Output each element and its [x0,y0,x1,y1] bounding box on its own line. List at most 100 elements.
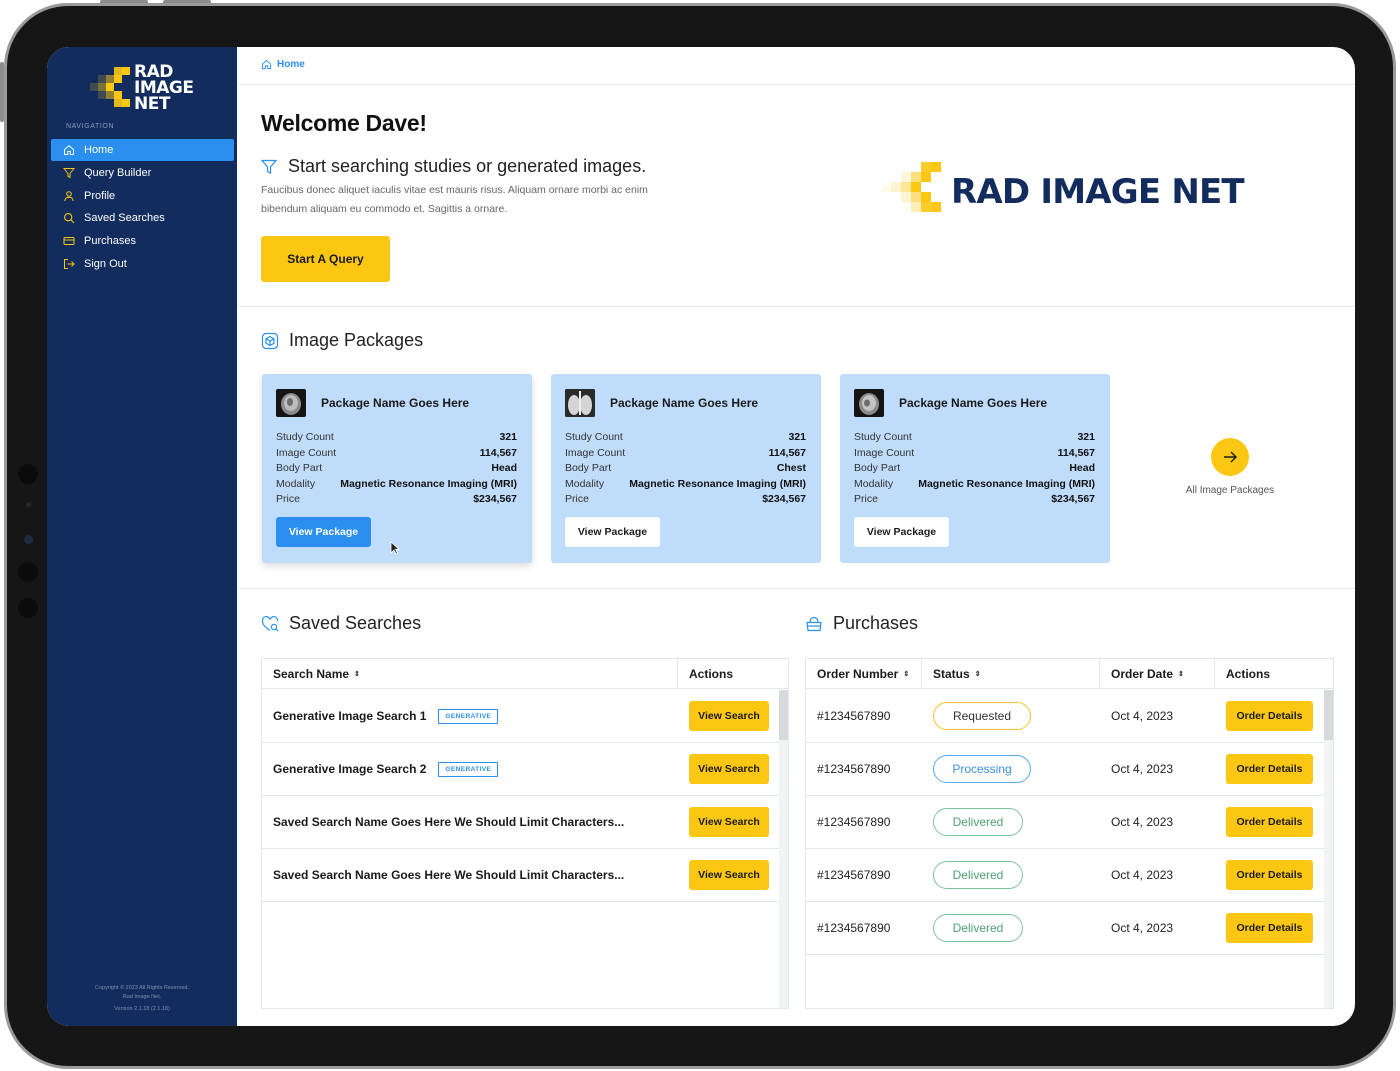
actions-cell: Order Details [1215,902,1324,955]
column-header-order-date[interactable]: Order Date ⇕ [1100,658,1215,689]
package-name: Package Name Goes Here [321,396,470,410]
view-package-button[interactable]: View Package [854,517,949,547]
home-icon [261,60,272,70]
detail-row: Price $234,567 [854,493,1095,505]
order-date-cell: Oct 4, 2023 [1111,709,1174,723]
sidebar-item-query-builder[interactable]: Query Builder [51,162,234,184]
package-thumbnail [565,389,595,417]
hero-subhead: Start searching studies or generated ima… [261,156,646,177]
detail-row: Price $234,567 [565,493,806,505]
table-row: #1234567890 Delivered Oct 4, 2023 Order … [806,796,1324,849]
page-title: Welcome Dave! [261,110,427,136]
status-badge: Processing [933,755,1031,783]
column-header-status[interactable]: Status ⇕ [922,658,1100,689]
detail-row: Price $234,567 [276,493,517,505]
sidebar-item-label: Saved Searches [84,212,165,225]
sidebar-item-label: Home [84,144,114,156]
breadcrumb-home[interactable]: Home [277,59,305,70]
breadcrumb[interactable]: Home [261,59,305,70]
column-header-actions: Actions [1226,666,1271,681]
purchases-heading: Purchases [805,613,918,634]
table-row: #1234567890 Delivered Oct 4, 2023 Order … [806,849,1324,902]
actions-cell: View Search [678,849,779,902]
order-number-cell: #1234567890 [817,762,891,776]
column-header-search-name[interactable]: Search Name ⇕ [262,658,678,689]
sort-icon[interactable]: ⇕ [1178,670,1184,678]
view-package-button[interactable]: View Package [276,517,371,547]
scrollbar[interactable] [779,690,788,1008]
order-details-button[interactable]: Order Details [1226,913,1313,943]
package-details: Study Count 321 Image Count 114,567 Body P… [565,430,806,508]
table-header: Search Name ⇕ Actions [262,658,788,689]
basket-icon [806,616,822,631]
table-row: Generative Image Search 1 GENERATIVE View… [262,690,779,743]
all-packages-label[interactable]: All Image Packages [1155,485,1305,496]
home-icon [64,145,74,155]
package-card: Package Name Goes Here Study Count 321 Im… [551,374,821,563]
scrollbar-thumb[interactable] [779,690,788,740]
order-number-cell: #1234567890 [817,709,891,723]
image-packages-title: Image Packages [289,330,424,350]
order-details-button[interactable]: Order Details [1226,754,1313,784]
sidebar-item-sign-out[interactable]: Sign Out [51,253,234,275]
sidebar-item-saved-searches[interactable]: Saved Searches [51,207,234,229]
divider [237,588,1355,589]
status-cell: Requested [922,690,1100,743]
search-name-cell: Saved Search Name Goes Here We Should Li… [273,815,625,829]
detail-row: Image Count 114,567 [854,446,1095,459]
view-search-button[interactable]: View Search [689,807,769,837]
table-header: Order Number ⇕ Status ⇕ Order Date ⇕ Action… [806,658,1333,689]
all-packages-button[interactable] [1211,438,1249,476]
nav-heading: NAVIGATION [66,123,115,130]
sort-icon[interactable]: ⇕ [975,670,981,678]
table-row: Generative Image Search 2 GENERATIVE View… [262,743,779,796]
user-icon [64,190,74,201]
sidebar-item-purchases[interactable]: Purchases [51,230,234,252]
detail-row: Body Part Chest [565,462,806,474]
sidebar-item-home[interactable]: Home [51,139,234,161]
order-details-button[interactable]: Order Details [1226,807,1313,837]
signout-icon [64,258,75,269]
package-thumbnail [854,389,884,417]
scrollbar-thumb[interactable] [1324,690,1333,740]
search-name-cell: Saved Search Name Goes Here We Should Li… [273,868,625,882]
sidebar-item-profile[interactable]: Profile [51,185,234,207]
view-package-button[interactable]: View Package [565,517,660,547]
detail-row: Modality Magnetic Resonance Imaging (MRI) [854,477,1095,490]
actions-cell: Order Details [1215,849,1324,902]
table-row: #1234567890 Delivered Oct 4, 2023 Order … [806,902,1324,955]
detail-row: Modality Magnetic Resonance Imaging (MRI) [276,477,517,490]
view-search-button[interactable]: View Search [689,860,769,890]
search-name-cell: Generative Image Search 2 GENERATIVE [262,743,678,796]
package-name: Package Name Goes Here [899,396,1048,410]
actions-cell: Order Details [1215,743,1324,796]
table-row: #1234567890 Processing Oct 4, 2023 Order… [806,743,1324,796]
package-card: Package Name Goes Here Study Count 321 Im… [262,374,532,563]
hero-description: Faucibus donec aliquet iaculis vitae est… [261,184,648,215]
generative-tag: GENERATIVE [438,708,499,724]
purchases-table: Order Number ⇕ Status ⇕ Order Date ⇕ Action… [805,658,1334,1009]
status-badge: Delivered [933,808,1023,836]
detail-row: Image Count 114,567 [565,446,806,459]
filter-icon [261,159,277,174]
scrollbar[interactable] [1324,690,1333,1008]
view-search-button[interactable]: View Search [689,701,769,731]
search-name-cell: Generative Image Search 1 GENERATIVE [262,690,678,743]
order-number-cell: #1234567890 [817,921,891,935]
generative-tag: GENERATIVE [438,761,499,777]
start-query-button[interactable]: Start A Query [261,236,390,282]
order-details-button[interactable]: Order Details [1226,860,1313,890]
sensor [18,598,38,618]
sort-icon[interactable]: ⇕ [903,670,909,678]
view-search-button[interactable]: View Search [689,754,769,784]
column-header-order-number[interactable]: Order Number ⇕ [806,658,922,689]
sort-icon[interactable]: ⇕ [354,670,360,678]
image-packages-heading: Image Packages [261,330,423,351]
status-cell: Delivered [922,796,1100,849]
detail-row: Body Part Head [276,462,517,474]
order-details-button[interactable]: Order Details [1226,701,1313,731]
version-label: Version 2.1.18 (2.1.18) [114,1006,170,1012]
actions-cell: Order Details [1215,796,1324,849]
status-badge: Requested [933,702,1031,730]
hero-logo: RAD IMAGE NET [883,162,1303,224]
